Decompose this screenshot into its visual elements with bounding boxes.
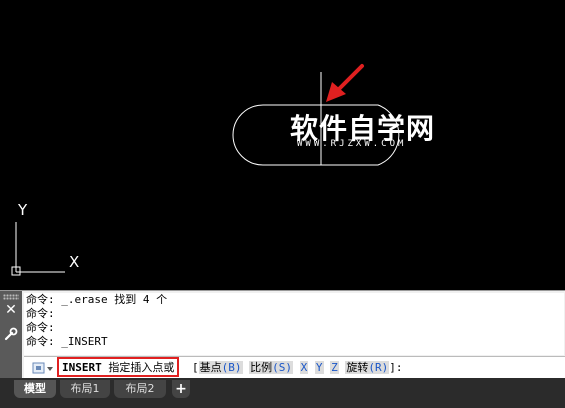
open-bracket: [ xyxy=(192,361,199,374)
canvas-graphics xyxy=(11,64,400,276)
prompt-command: INSERT xyxy=(62,361,102,374)
block-insert-icon[interactable] xyxy=(32,360,54,376)
close-bracket: ]: xyxy=(389,361,403,374)
add-layout-button[interactable]: + xyxy=(172,380,190,398)
history-line: 命令: _.erase 找到 4 个 xyxy=(26,293,168,306)
command-line-panel: ✕ 命令: _.erase 找到 4 个 命令: 命令: 命令: _INSERT… xyxy=(0,290,565,379)
command-history: 命令: _.erase 找到 4 个 命令: 命令: 命令: _INSERT xyxy=(24,293,564,355)
history-line: 命令: xyxy=(26,307,55,320)
option-z[interactable]: Z xyxy=(330,361,339,374)
command-panel-grip[interactable]: ✕ xyxy=(0,291,22,379)
history-line: 命令: xyxy=(26,321,55,334)
option-label: 基点 xyxy=(199,361,222,374)
close-icon[interactable]: ✕ xyxy=(4,303,18,317)
tab-model[interactable]: 模型 xyxy=(14,380,56,398)
option-key: Z xyxy=(331,361,338,374)
option-key: (S) xyxy=(272,361,292,374)
history-line: 命令: _INSERT xyxy=(26,335,108,348)
option-label: 旋转 xyxy=(346,361,369,374)
drag-handle-icon[interactable] xyxy=(3,294,19,300)
option-key: (R) xyxy=(368,361,389,374)
ucs-icon xyxy=(11,222,65,276)
tab-layout2[interactable]: 布局2 xyxy=(114,380,166,398)
option-label: 比例 xyxy=(250,361,273,374)
option-y[interactable]: Y xyxy=(314,361,324,374)
prompt-options: [基点(B) 比例(S) X Y Z 旋转(R)]: xyxy=(192,357,403,378)
drawing-canvas[interactable]: 软件自学网 WWW.RJZXW.COM Y X xyxy=(0,0,565,290)
option-key: (B) xyxy=(221,361,242,374)
watermark-url: WWW.RJZXW.COM xyxy=(297,139,407,149)
option-rotate[interactable]: 旋转(R) xyxy=(345,361,390,374)
option-x[interactable]: X xyxy=(299,361,309,374)
wrench-icon[interactable] xyxy=(3,326,19,342)
tab-layout1[interactable]: 布局1 xyxy=(60,380,110,398)
option-key: X xyxy=(300,361,308,374)
option-base-point[interactable]: 基点(B) xyxy=(198,361,243,374)
red-arrow-icon xyxy=(326,64,364,102)
option-key: Y xyxy=(315,361,323,374)
command-input-bar[interactable]: INSERT 指定插入点或 [基点(B) 比例(S) X Y Z 旋转(R)]: xyxy=(24,356,565,379)
prompt-text: 指定插入点或 xyxy=(108,361,175,374)
option-scale[interactable]: 比例(S) xyxy=(249,361,293,374)
ucs-y-label: Y xyxy=(18,201,28,219)
layout-tab-bar: 模型 布局1 布局2 + xyxy=(0,378,565,408)
ucs-x-label: X xyxy=(69,253,80,271)
prompt-highlight: INSERT 指定插入点或 xyxy=(57,357,180,377)
